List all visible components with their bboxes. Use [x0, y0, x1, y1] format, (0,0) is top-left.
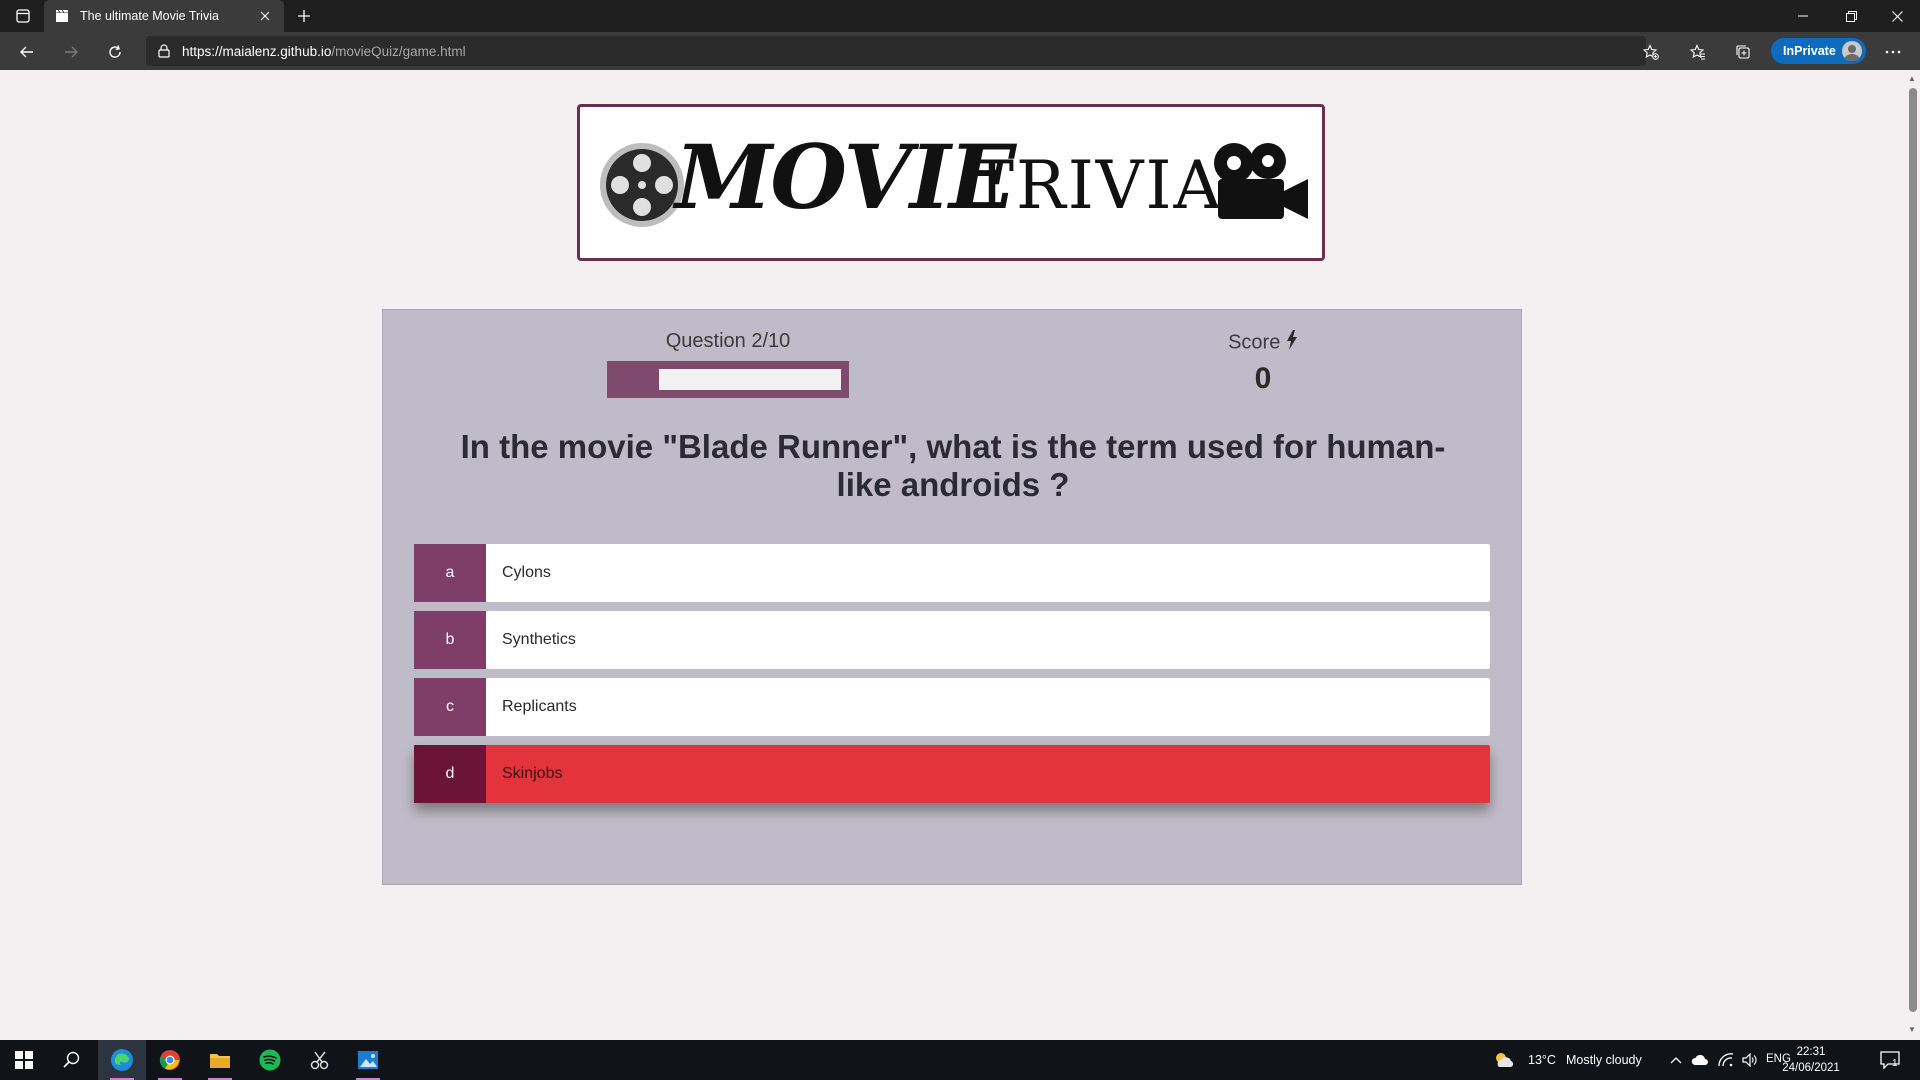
chevron-up-icon[interactable] [1666, 1040, 1686, 1080]
address-bar[interactable]: https://maialenz.github.io/movieQuiz/gam… [146, 36, 1646, 66]
edge-browser-icon[interactable] [98, 1040, 146, 1080]
progress-track [659, 369, 841, 390]
answer-text: Replicants [502, 698, 577, 715]
answer-option-c[interactable]: c Replicants [414, 678, 1490, 736]
answer-list: a Cylons b Synthetics c Replicants d Ski… [414, 544, 1490, 812]
minimize-icon[interactable] [1780, 0, 1826, 32]
windows-start-icon[interactable] [0, 1040, 48, 1080]
scroll-thumb[interactable] [1909, 88, 1917, 1012]
inprivate-label: InPrivate [1783, 44, 1836, 58]
progress-fill [611, 365, 658, 394]
answer-option-b[interactable]: b Synthetics [414, 611, 1490, 669]
back-arrow-icon[interactable] [14, 39, 40, 65]
volume-icon[interactable] [1738, 1040, 1762, 1080]
clapperboard-favicon-icon [54, 8, 70, 24]
answer-text: Synthetics [502, 631, 576, 648]
browser-tab-bar: The ultimate Movie Trivia [0, 0, 1920, 32]
notification-count: 1 [1892, 1058, 1898, 1069]
weather-description[interactable]: Mostly cloudy [1566, 1053, 1642, 1067]
inprivate-button[interactable]: InPrivate [1771, 38, 1866, 64]
forward-arrow-icon[interactable] [58, 39, 84, 65]
answer-option-a[interactable]: a Cylons [414, 544, 1490, 602]
spotify-icon[interactable] [246, 1040, 294, 1080]
new-tab-icon[interactable] [293, 5, 315, 27]
game-card: Question 2/10 Score 0 In the movie "Blad… [382, 309, 1522, 885]
browser-tab-active[interactable]: The ultimate Movie Trivia [44, 0, 284, 32]
tab-actions-icon[interactable] [11, 6, 35, 26]
answer-text: Cylons [502, 564, 551, 581]
photos-app-icon[interactable] [344, 1040, 392, 1080]
scroll-up-arrow-icon[interactable]: ▲ [1908, 75, 1916, 83]
question-counter: Question 2/10 [665, 330, 791, 352]
file-explorer-icon[interactable] [196, 1040, 244, 1080]
score-label-row: Score [1183, 330, 1343, 356]
refresh-icon[interactable] [102, 39, 128, 65]
movie-camera-icon [1214, 143, 1308, 219]
restore-icon[interactable] [1828, 0, 1874, 32]
score-value: 0 [1254, 362, 1272, 395]
logo-word-movie: MOVIE [675, 125, 1016, 229]
answer-letter: b [414, 611, 486, 669]
settings-more-icon[interactable] [1880, 39, 1906, 65]
search-icon[interactable] [48, 1040, 96, 1080]
answer-letter: c [414, 678, 486, 736]
weather-cloudy-icon[interactable] [1484, 1040, 1524, 1080]
network-icon[interactable] [1714, 1040, 1738, 1080]
clock-time: 22:31 [1796, 1046, 1826, 1058]
logo-word-trivia: TRIVIA [970, 147, 1224, 224]
question-text: In the movie "Blade Runner", what is the… [460, 428, 1446, 503]
weather-temperature[interactable]: 13°C [1528, 1053, 1556, 1067]
url-path: /movieQuiz/game.html [331, 43, 466, 59]
favorites-icon[interactable] [1685, 39, 1711, 65]
close-tab-icon[interactable] [256, 7, 274, 25]
notification-center-icon[interactable]: 1 [1868, 1040, 1912, 1080]
clock-date: 24/06/2021 [1782, 1062, 1840, 1074]
url-host: https://maialenz.github.io [182, 43, 332, 59]
onedrive-cloud-icon[interactable] [1688, 1040, 1712, 1080]
add-favorite-star-icon[interactable] [1638, 39, 1664, 65]
answer-letter: a [414, 544, 486, 602]
answer-text: Skinjobs [502, 765, 563, 782]
profile-avatar-icon [1842, 41, 1862, 61]
windows-taskbar: 13°C Mostly cloudy ENG 22:31 24/06/2021 … [0, 1040, 1920, 1080]
snipping-tool-icon[interactable] [296, 1040, 344, 1080]
scroll-down-arrow-icon[interactable]: ▼ [1908, 1026, 1916, 1034]
system-clock[interactable]: 22:31 24/06/2021 [1780, 1044, 1842, 1076]
score-hud: Score 0 [1183, 330, 1343, 396]
question-progress-bar [607, 361, 849, 398]
answer-letter: d [414, 745, 486, 803]
lock-icon[interactable] [158, 44, 170, 58]
collections-icon[interactable] [1730, 39, 1756, 65]
browser-toolbar: https://maialenz.github.io/movieQuiz/gam… [0, 32, 1920, 70]
tab-title: The ultimate Movie Trivia [80, 9, 219, 23]
vertical-scrollbar[interactable]: ▲ ▼ [1904, 70, 1920, 1040]
chrome-icon[interactable] [146, 1040, 194, 1080]
question-progress-hud: Question 2/10 [607, 330, 849, 398]
movie-trivia-logo: MOVIE TRIVIA [577, 104, 1325, 261]
score-label: Score [1228, 331, 1281, 354]
film-reel-icon [600, 143, 684, 227]
answer-option-d[interactable]: d Skinjobs [414, 745, 1490, 803]
page-content: MOVIE TRIVIA Question 2/10 Score 0 In th… [0, 70, 1904, 1040]
close-window-icon[interactable] [1874, 0, 1920, 32]
lightning-bolt-icon [1286, 330, 1298, 356]
